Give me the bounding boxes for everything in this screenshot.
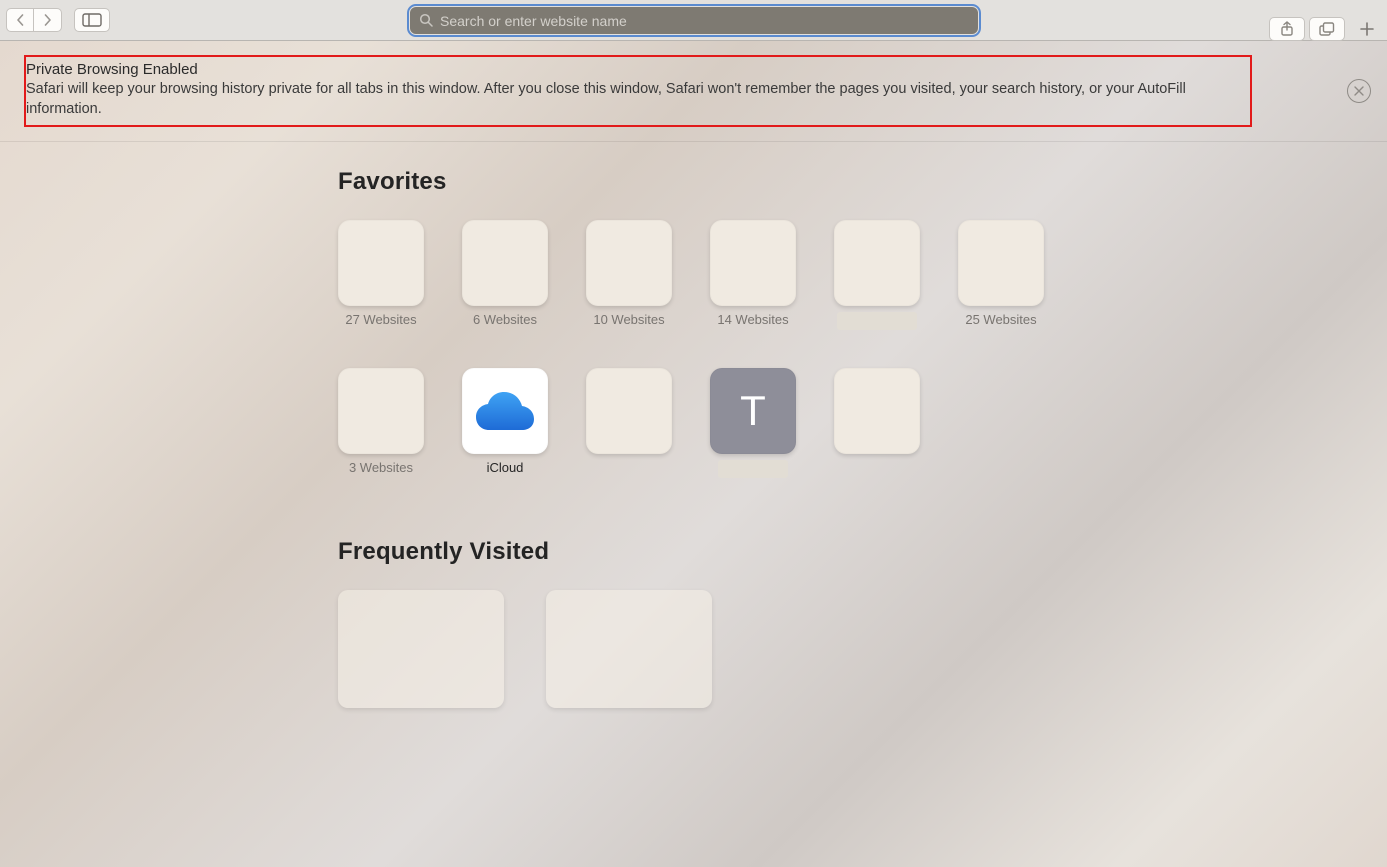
nav-buttons [6, 8, 62, 32]
start-page: Favorites 27 Websites 6 Websites 10 Websit… [0, 142, 1387, 708]
favorite-tile[interactable]: T [710, 368, 796, 478]
favorite-tile[interactable]: 27 Websites [338, 220, 424, 330]
favorite-tile[interactable]: 14 Websites [710, 220, 796, 330]
banner-title: Private Browsing Enabled [26, 61, 1244, 78]
favorite-tile[interactable]: . [834, 368, 920, 478]
favorite-label: 27 Websites [345, 312, 416, 330]
favorite-tile[interactable]: . [586, 368, 672, 478]
toolbar [0, 0, 1387, 41]
favorite-label: 15 Websites [837, 312, 916, 330]
favorite-label: iCloud [487, 460, 524, 478]
favorite-label: 14 Websites [717, 312, 788, 330]
frequent-tile[interactable] [338, 590, 504, 708]
favorite-thumb [586, 368, 672, 454]
search-icon [419, 13, 433, 27]
share-icon [1280, 21, 1294, 37]
frequently-visited-heading: Frequently Visited [338, 538, 1387, 566]
favorite-thumb [586, 220, 672, 306]
favorite-tile[interactable]: 10 Websites [586, 220, 672, 330]
sidebar-icon [82, 13, 102, 27]
favorite-thumb [710, 220, 796, 306]
favorite-label [718, 460, 788, 478]
back-button[interactable] [6, 8, 34, 32]
tabs-icon [1319, 22, 1335, 36]
sidebar-toggle-button[interactable] [74, 8, 110, 32]
favorite-thumb [834, 368, 920, 454]
favorite-thumb [958, 220, 1044, 306]
forward-button[interactable] [34, 8, 62, 32]
close-icon [1354, 86, 1364, 96]
frequently-visited-row [338, 590, 1387, 708]
banner-close-button[interactable] [1347, 79, 1371, 103]
favorite-tile[interactable]: 6 Websites [462, 220, 548, 330]
icloud-icon [476, 392, 534, 430]
favorite-tile[interactable]: iCloud [462, 368, 548, 478]
favorite-thumb [834, 220, 920, 306]
chevron-right-icon [43, 14, 52, 26]
favorite-label: 6 Websites [473, 312, 537, 330]
frequent-tile[interactable] [546, 590, 712, 708]
private-browsing-banner: Private Browsing Enabled Safari will kee… [0, 41, 1387, 142]
favorites-heading: Favorites [338, 168, 1387, 196]
share-button[interactable] [1269, 17, 1305, 41]
tabs-overview-button[interactable] [1309, 17, 1345, 41]
favorite-thumb [462, 220, 548, 306]
favorite-tile[interactable]: 25 Websites [958, 220, 1044, 330]
favorite-thumb: T [710, 368, 796, 454]
favorite-tile[interactable]: 3 Websites [338, 368, 424, 478]
plus-icon [1360, 22, 1374, 36]
favorite-thumb [338, 368, 424, 454]
favorite-label: 3 Websites [349, 460, 413, 478]
favorites-grid: 27 Websites 6 Websites 10 Websites 14 Websi… [338, 220, 1118, 478]
favorite-label: 25 Websites [965, 312, 1036, 330]
favorite-thumb [462, 368, 548, 454]
favorite-thumb [338, 220, 424, 306]
favorite-label: 10 Websites [593, 312, 664, 330]
address-bar-container [410, 7, 978, 34]
chevron-left-icon [16, 14, 25, 26]
banner-highlight: Private Browsing Enabled Safari will kee… [24, 55, 1252, 127]
favorite-tile[interactable]: 15 Websites [834, 220, 920, 330]
banner-body: Safari will keep your browsing history p… [26, 80, 1244, 119]
address-input[interactable] [410, 7, 978, 34]
